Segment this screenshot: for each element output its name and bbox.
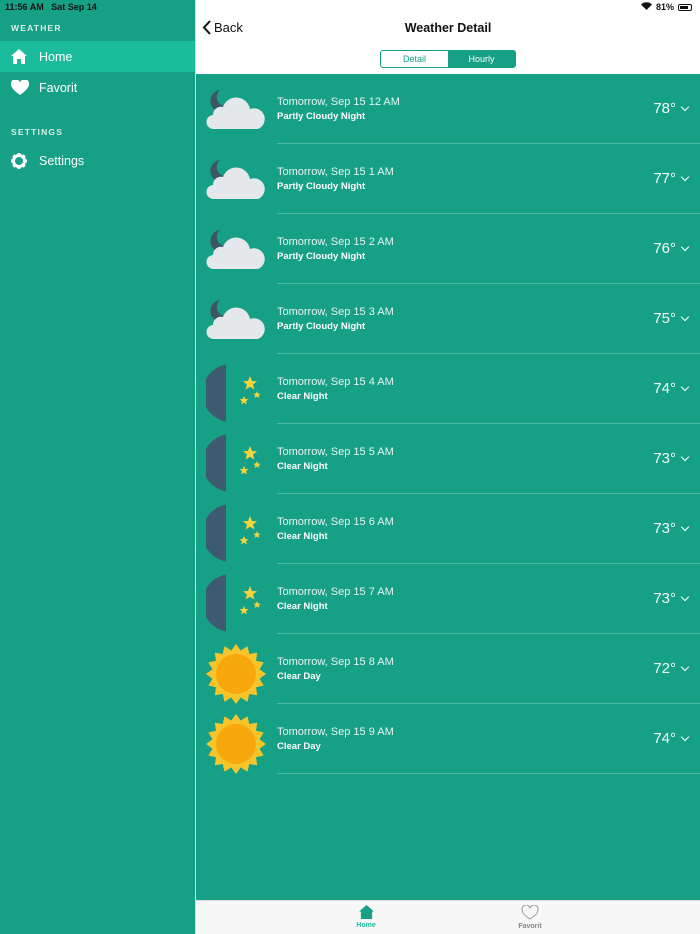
row-summary: Partly Cloudy Night: [277, 321, 366, 332]
chevron-down-icon[interactable]: [680, 732, 690, 742]
row-summary: Clear Night: [277, 461, 328, 472]
page-title: Weather Detail: [404, 21, 492, 35]
row-summary: Clear Night: [277, 391, 328, 402]
time: 11:56 AM: [5, 2, 44, 12]
row-time: Tomorrow, Sep 15 2 AM: [277, 236, 394, 248]
chevron-down-icon[interactable]: [680, 382, 690, 392]
tab-bar: Home Favorit: [196, 900, 700, 934]
row-time: Tomorrow, Sep 15 4 AM: [277, 376, 394, 388]
chevron-down-icon[interactable]: [680, 312, 690, 322]
partly-cloudy-night-icon: [206, 160, 265, 200]
hourly-row[interactable]: Tomorrow, Sep 15 9 AM Clear Day 74°: [196, 704, 700, 774]
tab-label: Favorit: [518, 923, 542, 930]
clear-night-icon: [206, 504, 261, 562]
row-time: Tomorrow, Sep 15 9 AM: [277, 726, 394, 738]
row-time: Tomorrow, Sep 15 12 AM: [277, 96, 400, 108]
status-bar: 11:56 AM Sat Sep 14 81%: [0, 0, 700, 14]
section-weather: WEATHER: [11, 23, 62, 33]
chevron-down-icon[interactable]: [680, 172, 690, 182]
tab-home[interactable]: Home: [336, 905, 396, 929]
sidebar-item-label: Settings: [39, 153, 85, 168]
row-temperature: 78°: [653, 100, 676, 117]
heart-icon: [11, 80, 29, 95]
chevron-down-icon[interactable]: [680, 522, 690, 532]
hourly-row[interactable]: Tomorrow, Sep 15 5 AM Clear Night 73°: [196, 424, 700, 494]
date: Sat Sep 14: [51, 2, 97, 12]
battery-percent: 81%: [655, 2, 674, 12]
row-summary: Clear Night: [277, 601, 328, 612]
sidebar-item-home[interactable]: Home: [0, 41, 195, 72]
status-time: 11:56 AM Sat Sep 14: [5, 2, 97, 12]
hourly-row[interactable]: Tomorrow, Sep 15 8 AM Clear Day 72°: [196, 634, 700, 704]
hourly-row[interactable]: Tomorrow, Sep 15 1 AM Partly Cloudy Night…: [196, 144, 700, 214]
segmented-control: Detail Hourly: [380, 50, 516, 68]
chevron-down-icon[interactable]: [680, 242, 690, 252]
hourly-row[interactable]: Tomorrow, Sep 15 2 AM Partly Cloudy Night…: [196, 214, 700, 284]
hourly-row[interactable]: Tomorrow, Sep 15 7 AM Clear Night 73°: [196, 564, 700, 634]
row-temperature: 73°: [653, 520, 676, 537]
row-temperature: 74°: [653, 380, 676, 397]
row-temperature: 77°: [653, 170, 676, 187]
clear-night-icon: [206, 574, 261, 632]
row-temperature: 73°: [653, 450, 676, 467]
tab-favorit[interactable]: Favorit: [500, 904, 560, 930]
segment-detail[interactable]: Detail: [381, 51, 448, 67]
row-time: Tomorrow, Sep 15 3 AM: [277, 306, 394, 318]
row-time: Tomorrow, Sep 15 7 AM: [277, 586, 394, 598]
hourly-row[interactable]: Tomorrow, Sep 15 12 AM Partly Cloudy Nigh…: [196, 74, 700, 144]
row-summary: Partly Cloudy Night: [277, 111, 366, 122]
row-time: Tomorrow, Sep 15 1 AM: [277, 166, 394, 178]
row-temperature: 73°: [653, 590, 676, 607]
sidebar-item-label: Home: [39, 49, 73, 64]
wifi-icon: [640, 2, 652, 12]
sidebar: WEATHER Home Favorit SETTINGS Settings: [0, 0, 195, 934]
hourly-list: Tomorrow, Sep 15 12 AM Partly Cloudy Nigh…: [196, 74, 700, 774]
clear-day-icon: [206, 644, 266, 704]
sidebar-item-settings[interactable]: Settings: [0, 145, 195, 176]
clear-night-icon: [206, 434, 261, 492]
clear-night-icon: [206, 364, 261, 422]
sidebar-item-label: Favorit: [39, 80, 78, 95]
gear-icon: [11, 152, 27, 169]
chevron-down-icon[interactable]: [680, 452, 690, 462]
row-time: Tomorrow, Sep 15 5 AM: [277, 446, 394, 458]
partly-cloudy-night-icon: [206, 230, 265, 270]
sidebar-item-favorit[interactable]: Favorit: [0, 72, 195, 103]
row-temperature: 75°: [653, 310, 676, 327]
hourly-row[interactable]: Tomorrow, Sep 15 4 AM Clear Night 74°: [196, 354, 700, 424]
partly-cloudy-night-icon: [206, 90, 265, 130]
chevron-down-icon[interactable]: [680, 102, 690, 112]
section-settings: SETTINGS: [11, 127, 64, 137]
row-temperature: 76°: [653, 240, 676, 257]
chevron-down-icon[interactable]: [680, 592, 690, 602]
main-panel: Back Weather Detail Detail Hourly Tomorr…: [196, 0, 700, 934]
hourly-row[interactable]: Tomorrow, Sep 15 3 AM Partly Cloudy Night…: [196, 284, 700, 354]
tab-label: Home: [356, 922, 376, 929]
row-summary: Clear Night: [277, 531, 328, 542]
battery-icon: [678, 3, 692, 11]
row-temperature: 72°: [653, 660, 676, 677]
row-temperature: 74°: [653, 730, 676, 747]
chevron-down-icon[interactable]: [680, 662, 690, 672]
home-icon: [358, 905, 374, 919]
row-summary: Clear Day: [277, 741, 321, 752]
segment-hourly[interactable]: Hourly: [448, 51, 515, 67]
home-icon: [11, 49, 27, 64]
row-time: Tomorrow, Sep 15 8 AM: [277, 656, 394, 668]
row-summary: Clear Day: [277, 671, 321, 682]
clear-day-icon: [206, 714, 266, 774]
row-time: Tomorrow, Sep 15 6 AM: [277, 516, 394, 528]
row-summary: Partly Cloudy Night: [277, 181, 366, 192]
hourly-row[interactable]: Tomorrow, Sep 15 6 AM Clear Night 73°: [196, 494, 700, 564]
row-summary: Partly Cloudy Night: [277, 251, 366, 262]
heart-icon: [521, 904, 539, 920]
partly-cloudy-night-icon: [206, 300, 265, 340]
